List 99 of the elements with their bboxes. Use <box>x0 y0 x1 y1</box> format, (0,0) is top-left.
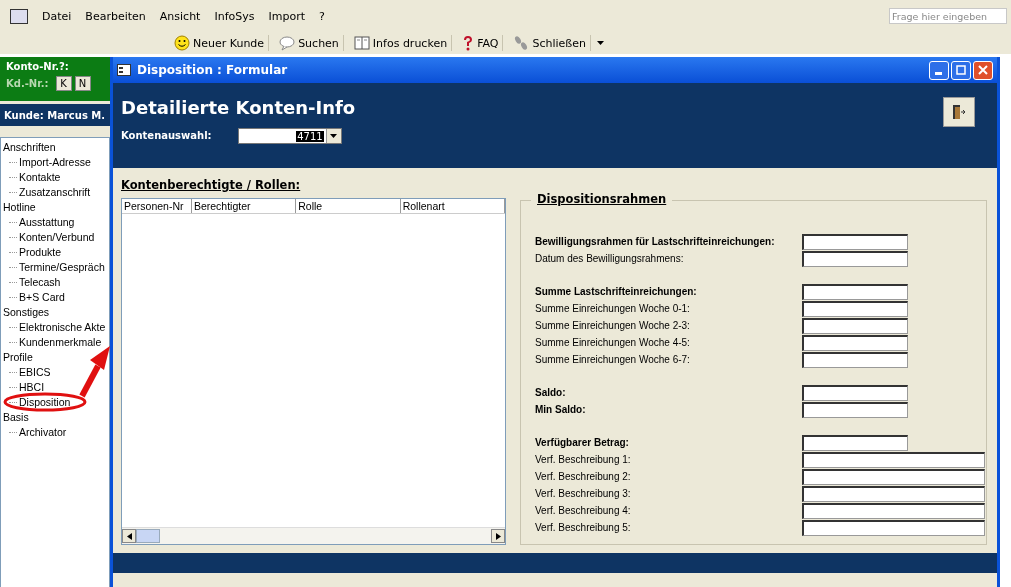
input-field[interactable] <box>802 468 985 485</box>
pointer-arrow <box>79 346 110 398</box>
input-field[interactable] <box>802 519 985 536</box>
scroll-right-icon[interactable] <box>495 532 501 540</box>
tree-item[interactable]: Import-Adresse <box>3 155 109 170</box>
frame-title: Dispositionsrahmen <box>531 192 673 206</box>
tree-item[interactable]: Hotline <box>3 200 109 215</box>
input-field[interactable] <box>802 434 908 451</box>
speech-bubble-icon <box>279 35 296 51</box>
column-header[interactable]: Berechtigter <box>191 199 297 213</box>
tree-item[interactable]: Zusatzanschrift <box>3 185 109 200</box>
menu-item[interactable]: Bearbeiten <box>85 9 146 23</box>
column-header[interactable]: Rolle <box>296 199 401 213</box>
input-field[interactable] <box>802 451 985 468</box>
tree-item[interactable]: Elektronische Akte <box>3 320 109 335</box>
field-label: Verf. Beschreibung 1: <box>535 454 632 465</box>
toolbar-button[interactable]: Suchen <box>275 35 344 51</box>
tree-item[interactable]: Sonstiges <box>3 305 109 320</box>
input-field[interactable] <box>802 300 908 317</box>
maximize-button[interactable] <box>951 60 971 80</box>
toolbar-button[interactable]: Infos drucken <box>349 35 453 51</box>
tree-item[interactable]: Produkte <box>3 245 109 260</box>
tree-item[interactable]: Konten/Verbund <box>3 230 109 245</box>
exit-button[interactable] <box>943 97 975 127</box>
field-label: Verf. Beschreibung 3: <box>535 488 632 499</box>
field-label: Summe Einreichungen Woche 6-7: <box>535 354 691 365</box>
column-header[interactable]: Rollenart <box>400 199 505 213</box>
input-field[interactable] <box>802 283 908 300</box>
tree-item[interactable]: Archivator <box>3 425 109 440</box>
account-select[interactable]: 4711 <box>237 128 342 144</box>
book-icon <box>353 35 370 51</box>
close-icon <box>978 65 988 75</box>
tree-item[interactable]: Basis <box>3 410 109 425</box>
smiley-icon <box>174 35 190 51</box>
tree-item[interactable]: Kundenmerkmale <box>3 335 109 350</box>
kd-label: Kd.-Nr.: <box>6 78 49 89</box>
input-field[interactable] <box>802 502 985 519</box>
field-label: Min Saldo: <box>535 404 587 415</box>
kd-button[interactable]: N <box>74 76 91 91</box>
field-label: Verf. Beschreibung 4: <box>535 505 632 516</box>
toolbar-button[interactable]: FAQ <box>458 35 504 51</box>
field-label: Saldo: <box>535 387 567 398</box>
tree-item[interactable]: Profile <box>3 350 109 365</box>
customer-label: Kunde: Marcus M. <box>0 104 110 126</box>
field-label: Summe Einreichungen Woche 2-3: <box>535 320 691 331</box>
tree-item[interactable]: Anschriften <box>3 140 109 155</box>
tree-item[interactable]: HBCI <box>3 380 109 395</box>
dropdown-caret-icon[interactable] <box>597 41 604 45</box>
field-label: Bewilligungsrahmen für Lastschrifteinreichungen: <box>535 236 776 247</box>
menu-item[interactable]: Datei <box>42 9 72 23</box>
horizontal-scrollbar[interactable] <box>122 527 505 544</box>
field-label: Verf. Beschreibung 5: <box>535 522 632 533</box>
field-label: Datum des Bewilligungsrahmens: <box>535 253 685 264</box>
menu-item[interactable]: Import <box>268 9 305 23</box>
input-field[interactable] <box>802 250 908 267</box>
maximize-icon <box>956 65 966 75</box>
door-icon <box>952 104 966 120</box>
column-header[interactable]: Personen-Nr <box>122 199 192 213</box>
minimize-icon <box>934 71 942 75</box>
input-field[interactable] <box>802 351 908 368</box>
window-title: Disposition : Formular <box>137 63 288 77</box>
field-label: Summe Lastschrifteinreichungen: <box>535 286 698 297</box>
menu-item[interactable]: InfoSys <box>214 9 255 23</box>
app-icon[interactable] <box>10 8 28 24</box>
input-field[interactable] <box>802 401 908 418</box>
konto-label: Konto-Nr.?: <box>6 61 70 72</box>
toolbar-button[interactable]: Schließen <box>509 35 591 51</box>
tree-item[interactable]: Ausstattung <box>3 215 109 230</box>
input-field[interactable] <box>802 485 985 502</box>
field-label: Summe Einreichungen Woche 4-5: <box>535 337 691 348</box>
kd-button[interactable]: K <box>55 76 72 91</box>
account-select-label: Kontenauswahl: <box>121 129 212 143</box>
form-heading: Detailierte Konten-Info <box>121 97 356 118</box>
tree-item[interactable]: EBICS <box>3 365 109 380</box>
field-label: Verf. Beschreibung 2: <box>535 471 632 482</box>
tree-item[interactable]: Termine/Gespräch <box>3 260 109 275</box>
question-mark-icon <box>462 35 475 51</box>
tree-item[interactable]: Kontakte <box>3 170 109 185</box>
input-field[interactable] <box>802 334 908 351</box>
tree-item[interactable]: B+S Card <box>3 290 109 305</box>
input-field[interactable] <box>802 317 908 334</box>
field-label: Verfügbarer Betrag: <box>535 437 630 448</box>
field-label: Summe Einreichungen Woche 0-1: <box>535 303 691 314</box>
caret-icon <box>330 134 338 138</box>
tree-item[interactable]: Disposition <box>3 395 109 410</box>
roles-title: Kontenberechtigte / Rollen: <box>121 178 302 192</box>
scroll-left-icon[interactable] <box>126 532 132 540</box>
input-field[interactable] <box>802 233 908 250</box>
toolbar-button[interactable]: Neuer Kunde <box>170 35 270 51</box>
menu-item[interactable]: Ansicht <box>159 9 201 23</box>
scroll-thumb[interactable] <box>136 529 160 543</box>
footprints-icon <box>513 35 530 51</box>
tree-item[interactable]: Telecash <box>3 275 109 290</box>
form-icon <box>117 64 131 76</box>
close-button[interactable] <box>973 60 993 80</box>
minimize-button[interactable] <box>929 60 949 80</box>
help-search-field[interactable]: Frage hier eingeben <box>889 8 1007 24</box>
input-field[interactable] <box>802 384 908 401</box>
menu-item[interactable]: ? <box>319 9 325 23</box>
